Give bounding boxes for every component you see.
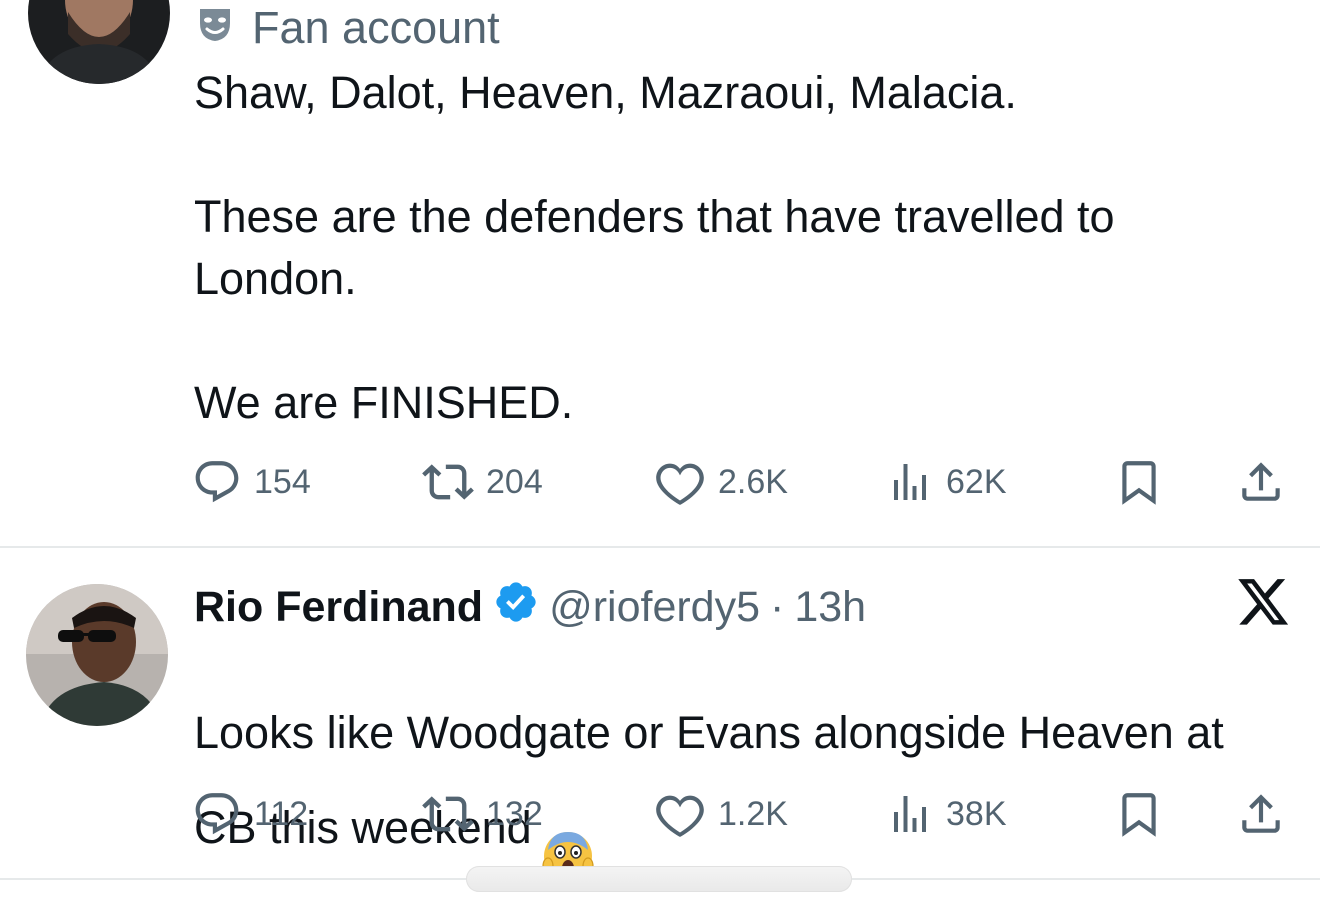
bookmark-icon (1114, 457, 1164, 507)
heart-icon (654, 456, 706, 508)
author-row: Rio Ferdinand @rioferdy5 · 13h (194, 578, 866, 636)
fan-account-label: Fan account (252, 2, 500, 53)
retweet-button[interactable]: 132 (422, 784, 543, 844)
tweet-text: Looks like Woodgate or Evans alongside H… (194, 640, 1294, 898)
like-button[interactable]: 2.6K (654, 452, 788, 512)
x-logo-icon (1238, 578, 1290, 633)
rio-ferdinand-avatar[interactable] (26, 584, 168, 726)
verified-badge-icon (493, 579, 539, 636)
fan-account-avatar[interactable] (28, 0, 170, 84)
retweet-count: 132 (486, 794, 543, 833)
tweet-timestamp[interactable]: 13h (794, 583, 866, 632)
views-chart-icon (886, 458, 934, 506)
tweet-text: Shaw, Dalot, Heaven, Mazraoui, Malacia. … (194, 67, 1115, 428)
like-button[interactable]: 1.2K (654, 784, 788, 844)
views-count: 38K (946, 794, 1007, 833)
home-indicator[interactable] (466, 866, 852, 892)
like-count: 2.6K (718, 462, 788, 501)
reply-icon (192, 789, 242, 839)
author-handle[interactable]: @rioferdy5 (549, 583, 760, 632)
views-button[interactable]: 38K (886, 784, 1007, 844)
share-button[interactable] (1236, 784, 1286, 844)
bookmark-button[interactable] (1114, 784, 1164, 844)
reply-button[interactable]: 154 (192, 452, 311, 512)
share-button[interactable] (1236, 452, 1286, 512)
reply-count: 112 (254, 794, 309, 833)
views-count: 62K (946, 462, 1007, 501)
tweet-actions: 154 204 2.6K 62K (192, 452, 1292, 512)
bookmark-button[interactable] (1114, 452, 1164, 512)
views-button[interactable]: 62K (886, 452, 1007, 512)
share-icon (1236, 457, 1286, 507)
like-count: 1.2K (718, 794, 788, 833)
reply-button[interactable]: 112 (192, 784, 308, 844)
heart-icon (654, 788, 706, 840)
theater-mask-icon (196, 2, 234, 54)
tweet-divider (0, 546, 1320, 548)
bookmark-icon (1114, 789, 1164, 839)
retweet-icon (422, 456, 474, 508)
author-name[interactable]: Rio Ferdinand (194, 583, 483, 632)
meta-separator: · (770, 582, 785, 631)
views-chart-icon (886, 790, 934, 838)
retweet-count: 204 (486, 462, 543, 501)
fan-account-label-row: Fan account (196, 2, 500, 54)
tweet-actions: 112 132 1.2K 38K (192, 784, 1292, 844)
share-icon (1236, 789, 1286, 839)
retweet-button[interactable]: 204 (422, 452, 543, 512)
reply-icon (192, 457, 242, 507)
retweet-icon (422, 788, 474, 840)
reply-count: 154 (254, 462, 311, 501)
